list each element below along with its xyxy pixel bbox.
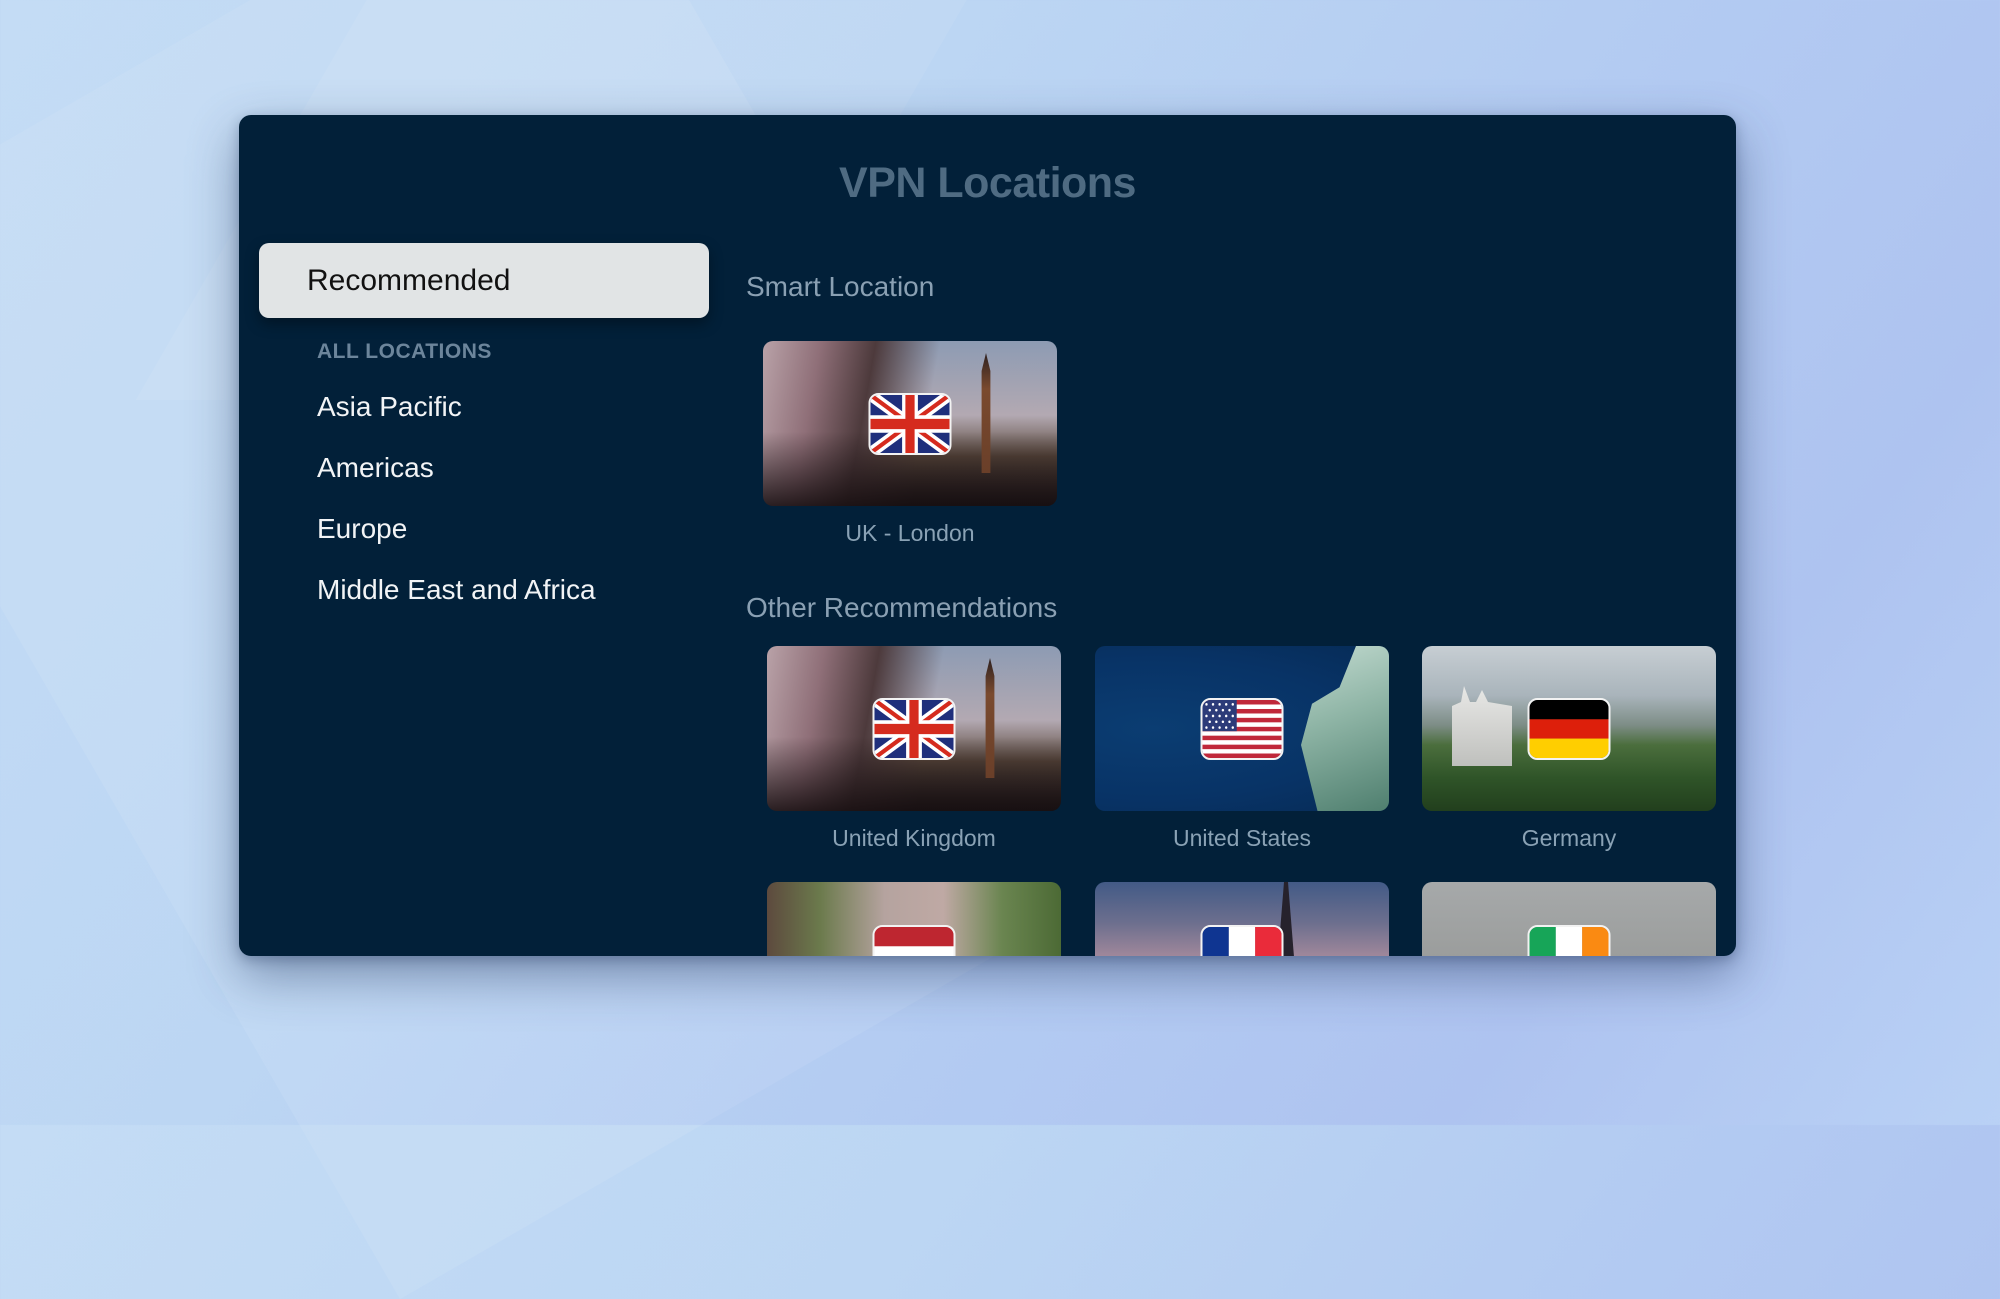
location-card-germany[interactable]: Germany	[1422, 646, 1716, 852]
uk-flag-icon	[872, 697, 956, 760]
other-recommendations-heading: Other Recommendations	[746, 592, 1058, 623]
vpn-locations-window: VPN Locations Recommended ALL LOCATIONS …	[239, 115, 1736, 956]
uk-flag-icon	[868, 392, 952, 455]
location-label: United Kingdom	[832, 825, 996, 851]
castle-graphic	[1452, 686, 1512, 766]
location-image	[1095, 882, 1389, 956]
us-flag-icon	[1200, 697, 1284, 760]
location-image	[767, 646, 1061, 811]
location-label: Germany	[1521, 825, 1617, 851]
big-ben-graphic	[981, 353, 991, 473]
sidebar-item-europe[interactable]: Europe	[317, 498, 709, 559]
sidebar: Recommended ALL LOCATIONS Asia Pacific A…	[259, 243, 709, 620]
location-image	[1095, 646, 1389, 811]
germany-flag-icon	[1527, 697, 1611, 760]
location-label: United States	[1172, 825, 1312, 851]
sidebar-item-recommended[interactable]: Recommended	[259, 243, 709, 318]
location-card-ireland[interactable]	[1422, 882, 1716, 956]
statue-of-liberty-graphic	[1301, 646, 1389, 811]
big-ben-graphic	[985, 658, 995, 778]
location-label: UK - London	[845, 520, 975, 546]
netherlands-flag-icon	[872, 925, 956, 956]
sidebar-item-middle-east-africa[interactable]: Middle East and Africa	[317, 559, 709, 620]
ireland-flag-icon	[1527, 925, 1611, 956]
location-card-uk-london[interactable]: UK - London	[763, 341, 1057, 547]
smart-location-heading: Smart Location	[746, 271, 935, 302]
sidebar-section-header: ALL LOCATIONS	[317, 340, 492, 363]
location-card-united-kingdom[interactable]: United Kingdom	[767, 646, 1061, 852]
page-title: VPN Locations	[839, 159, 1136, 207]
location-image	[1422, 646, 1716, 811]
sidebar-item-asia-pacific[interactable]: Asia Pacific	[317, 376, 709, 437]
location-image	[763, 341, 1057, 506]
location-image	[1422, 882, 1716, 956]
sidebar-item-americas[interactable]: Americas	[317, 437, 709, 498]
france-flag-icon	[1200, 925, 1284, 956]
location-card-united-states[interactable]: United States	[1095, 646, 1389, 852]
location-card-netherlands[interactable]	[767, 882, 1061, 956]
location-card-france[interactable]	[1095, 882, 1389, 956]
sidebar-item-label: Recommended	[307, 263, 511, 297]
location-image	[767, 882, 1061, 956]
